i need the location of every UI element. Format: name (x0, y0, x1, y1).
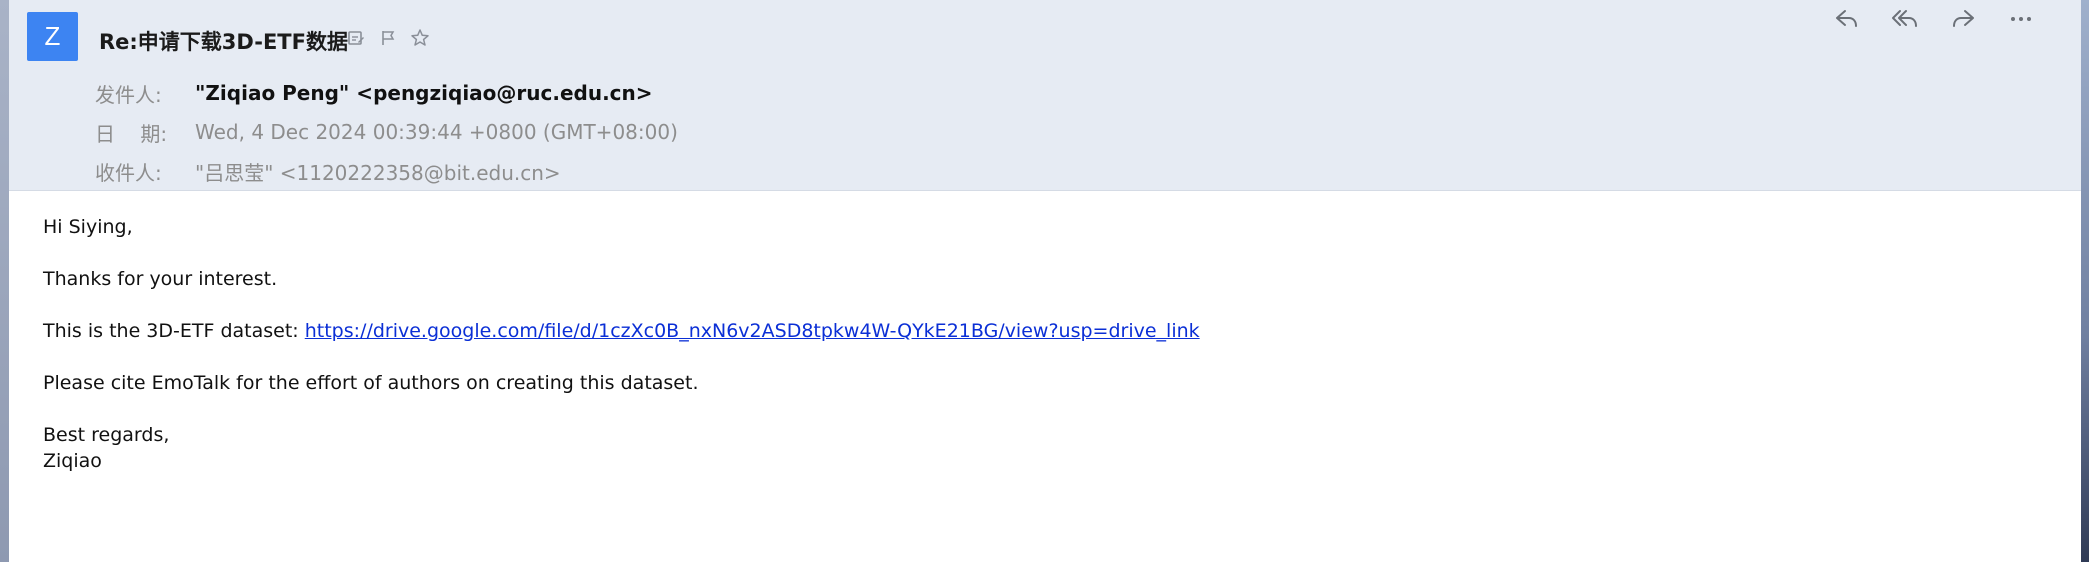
mail-body: Hi Siying, Thanks for your interest. Thi… (43, 214, 2043, 474)
to-value[interactable]: "吕思莹" <1120222358@bit.edu.cn> (195, 157, 561, 186)
reply-all-icon[interactable] (1889, 2, 1921, 36)
mail-header: Z Re:申请下载3D-ETF数据 发件人: "Ziqiao Peng" <pe… (9, 0, 2081, 191)
date-label: 日 期: (95, 121, 168, 146)
forward-icon[interactable] (1947, 2, 1979, 36)
star-icon[interactable] (409, 27, 431, 49)
sender-avatar: Z (27, 12, 78, 61)
from-value[interactable]: "Ziqiao Peng" <pengziqiao@ruc.edu.cn> (195, 81, 653, 105)
dataset-link[interactable]: https://drive.google.com/file/d/1czXc0B_… (305, 320, 1200, 342)
desktop-right-edge (2081, 0, 2089, 562)
body-line-dataset: This is the 3D-ETF dataset: https://driv… (43, 318, 2043, 344)
desktop-left-edge (0, 0, 9, 562)
body-line-cite: Please cite EmoTalk for the effort of au… (43, 372, 699, 394)
body-greeting: Hi Siying, (43, 216, 133, 238)
more-icon[interactable] (2005, 2, 2037, 36)
body-line-interest: Thanks for your interest. (43, 268, 278, 290)
subject-icon-group (345, 27, 431, 49)
date-value: Wed, 4 Dec 2024 00:39:44 +0800 (GMT+08:0… (195, 120, 678, 144)
date-row: 日 期: Wed, 4 Dec 2024 00:39:44 +0800 (GMT… (95, 118, 678, 146)
to-label: 收件人: (95, 160, 162, 185)
from-label: 发件人: (95, 82, 162, 107)
mail-subject: Re:申请下载3D-ETF数据 (99, 30, 348, 54)
flag-icon[interactable] (377, 27, 399, 49)
reply-icon[interactable] (1831, 2, 1863, 36)
mail-action-toolbar (1831, 2, 2037, 36)
body-closing: Best regards, (43, 424, 170, 446)
to-row: 收件人: "吕思莹" <1120222358@bit.edu.cn> (95, 157, 561, 185)
mail-reader-window: Z Re:申请下载3D-ETF数据 发件人: "Ziqiao Peng" <pe… (9, 0, 2081, 562)
dataset-text: This is the 3D-ETF dataset: (43, 320, 305, 342)
from-row: 发件人: "Ziqiao Peng" <pengziqiao@ruc.edu.c… (95, 79, 653, 107)
body-signature: Ziqiao (43, 450, 102, 472)
edit-note-icon[interactable] (345, 27, 367, 49)
